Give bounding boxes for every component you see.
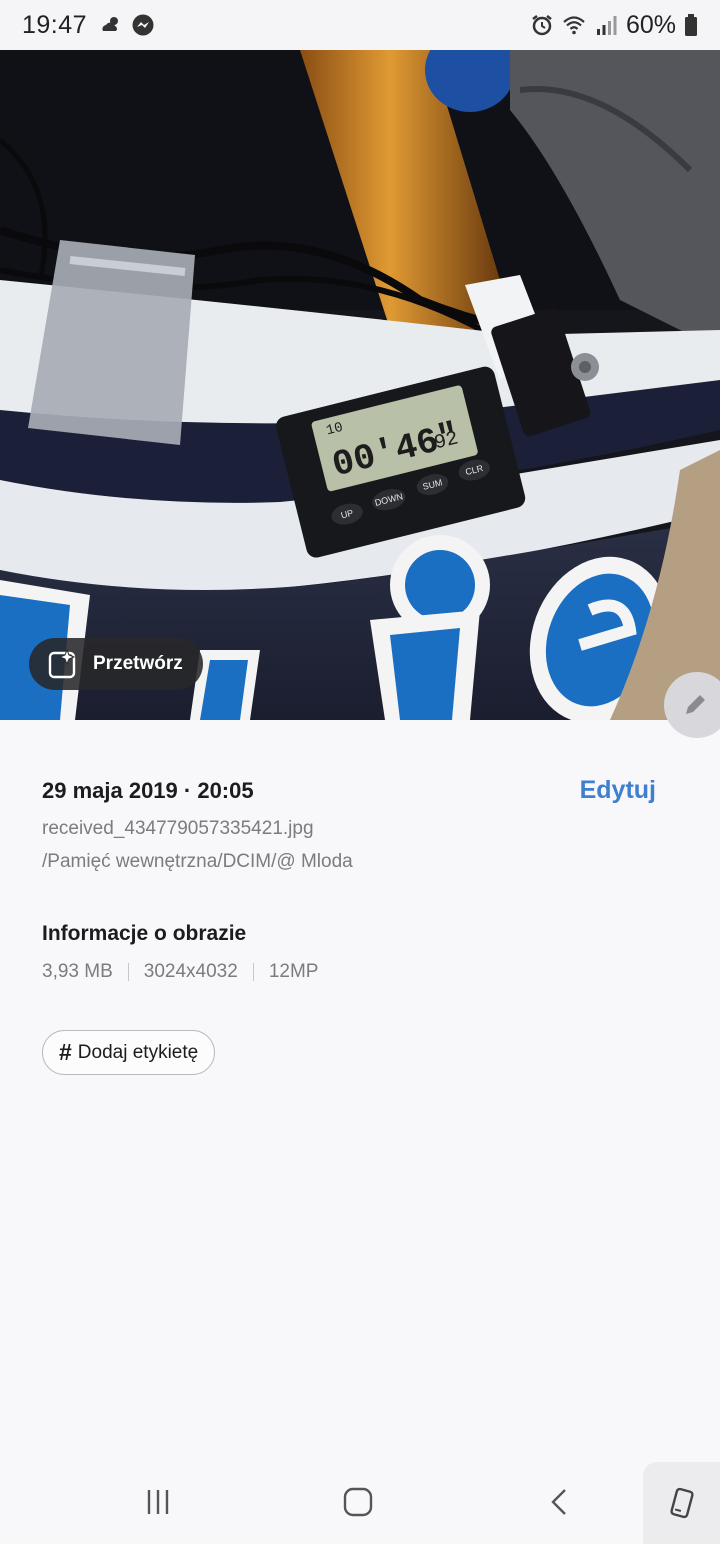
messenger-icon (132, 14, 154, 36)
battery-percent: 60% (625, 10, 676, 39)
remaster-button[interactable]: Przetwórz (29, 638, 203, 690)
edit-fab-button[interactable] (664, 672, 720, 738)
alarm-icon (532, 15, 552, 36)
signal-icon (596, 16, 617, 35)
image-megapixels: 12MP (268, 961, 319, 982)
photo-datetime: 29 maja 2019 · 20:05 (42, 778, 254, 803)
separator (127, 963, 129, 981)
battery-icon (685, 14, 697, 36)
add-tag-button[interactable]: # Dodaj etykietę (42, 1030, 216, 1075)
home-icon (343, 1487, 373, 1517)
photo-preview[interactable]: 10 00'46" 92 UP DOWN SUM CLR Przetwórz (0, 50, 720, 720)
back-icon (551, 1489, 566, 1515)
separator (252, 963, 254, 981)
rotate-screen-icon (669, 1487, 694, 1519)
file-size: 3,93 MB (42, 961, 113, 982)
recents-icon (147, 1490, 169, 1514)
file-path[interactable]: /Pamięć wewnętrzna/DCIM/@ Mloda (42, 851, 353, 873)
file-name: received_434779057335421.jpg (42, 818, 314, 839)
home-button[interactable] (334, 1478, 382, 1526)
image-info-heading: Informacje o obrazie (42, 922, 247, 945)
motorcycle-photo: 10 00'46" 92 UP DOWN SUM CLR (0, 50, 720, 720)
status-time: 19:47 (22, 10, 88, 39)
sparkle-edit-icon (48, 648, 76, 679)
wifi-icon (563, 16, 585, 35)
rotate-screen-button[interactable] (643, 1462, 720, 1544)
edit-details-link[interactable]: Edytuj (580, 776, 656, 805)
weather-icon (102, 17, 119, 31)
recents-button[interactable] (134, 1478, 182, 1526)
navigation-bar (0, 1460, 720, 1544)
status-bar: 19:47 60% (0, 0, 720, 50)
remaster-label: Przetwórz (93, 653, 183, 674)
image-info-meta: 3,93 MB 3024x4032 12MP (42, 961, 318, 983)
add-tag-label: Dodaj etykietę (77, 1041, 199, 1063)
back-button[interactable] (536, 1478, 584, 1526)
image-resolution: 3024x4032 (143, 961, 238, 982)
hashtag-icon: # (59, 1039, 72, 1065)
pencil-icon (686, 695, 705, 714)
